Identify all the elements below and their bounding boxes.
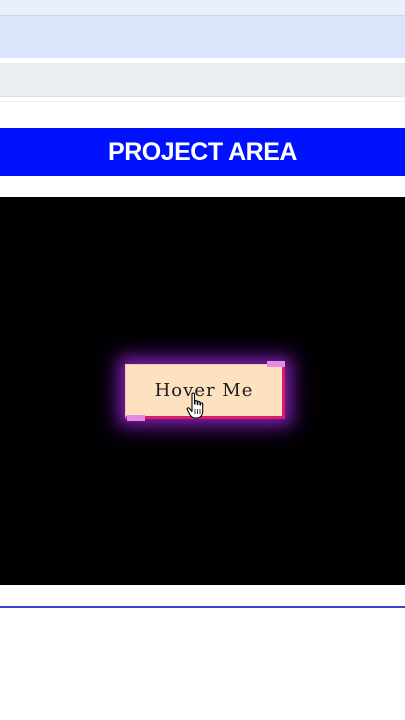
toolbar-divider [0, 101, 405, 102]
project-title: PROJECT AREA [108, 137, 297, 166]
page: PROJECT AREA Hover Me [0, 0, 405, 720]
bottom-divider [0, 606, 405, 608]
hand-pointer-icon [186, 392, 204, 419]
project-header: PROJECT AREA [0, 128, 405, 176]
browser-toolbar [0, 63, 405, 97]
top-bar-divider [0, 15, 405, 16]
button-corner-accent-top-right [267, 361, 285, 367]
browser-top-bar [0, 0, 405, 58]
button-corner-accent-bottom-left [127, 415, 145, 421]
